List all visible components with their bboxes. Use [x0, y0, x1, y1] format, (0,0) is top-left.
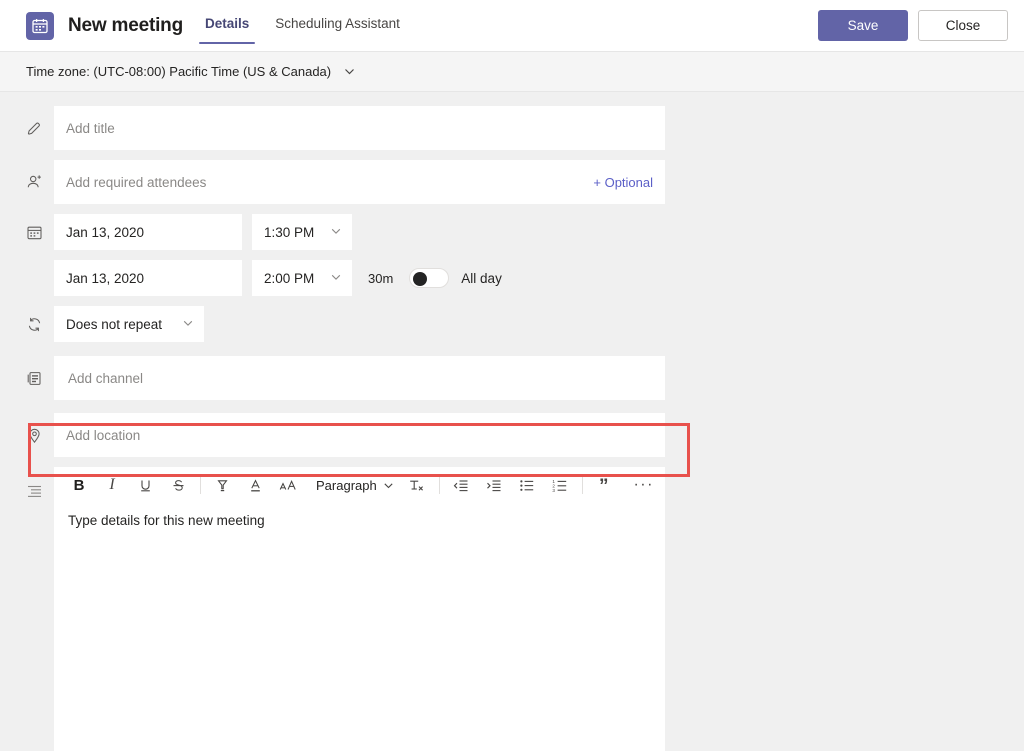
strikethrough-icon[interactable] — [165, 472, 191, 498]
duration-label: 30m — [368, 271, 393, 286]
close-button[interactable]: Close — [918, 10, 1008, 41]
font-color-icon[interactable] — [242, 472, 268, 498]
svg-text:3: 3 — [552, 488, 555, 493]
location-input[interactable]: Add location — [54, 413, 665, 457]
more-glyph: ··· — [633, 480, 653, 490]
more-options-icon[interactable]: ··· — [631, 472, 657, 498]
chevron-down-icon — [330, 225, 342, 240]
numbered-list-icon[interactable]: 1 2 3 — [547, 472, 573, 498]
tab-scheduling-assistant-label: Scheduling Assistant — [275, 16, 400, 31]
attendees-row: Add required attendees + Optional — [0, 160, 1024, 204]
quote-icon[interactable]: ” — [591, 472, 617, 498]
clear-formatting-icon[interactable] — [404, 472, 430, 498]
recurrence-value: Does not repeat — [66, 317, 162, 332]
location-pin-icon — [26, 427, 54, 444]
start-time-value: 1:30 PM — [264, 225, 314, 240]
tab-strip: Details Scheduling Assistant — [199, 0, 420, 52]
recurrence-row: Does not repeat — [0, 306, 1024, 342]
header-actions: Save Close — [818, 10, 1008, 41]
paragraph-style-label: Paragraph — [316, 478, 377, 493]
details-lines-icon — [26, 467, 54, 505]
attendees-input[interactable]: Add required attendees + Optional — [54, 160, 665, 204]
calendar-app-icon — [26, 12, 54, 40]
details-editor: B I — [54, 467, 665, 751]
end-time-value: 2:00 PM — [264, 271, 314, 286]
page-title: New meeting — [68, 15, 183, 37]
tab-details[interactable]: Details — [199, 0, 255, 52]
meeting-form: Add title Add required attendees + Optio… — [0, 92, 1024, 751]
bulleted-list-icon[interactable] — [514, 472, 540, 498]
location-row: Add location — [0, 413, 1024, 457]
save-button[interactable]: Save — [818, 10, 908, 41]
attendees-placeholder: Add required attendees — [66, 175, 206, 190]
pencil-icon — [26, 120, 54, 137]
all-day-label: All day — [461, 271, 502, 286]
channel-icon — [26, 370, 54, 387]
repeat-icon — [26, 316, 54, 333]
start-time-select[interactable]: 1:30 PM — [252, 214, 352, 250]
channel-row: Add channel — [0, 352, 1024, 400]
highlight-icon[interactable] — [209, 472, 235, 498]
calendar-icon — [26, 224, 54, 241]
chevron-down-icon — [330, 271, 342, 286]
chevron-down-icon — [343, 65, 356, 78]
window-header: New meeting Details Scheduling Assistant… — [0, 0, 1024, 52]
channel-input[interactable]: Add channel — [54, 356, 665, 400]
details-body-input[interactable]: Type details for this new meeting — [54, 503, 665, 751]
start-date-input[interactable]: Jan 13, 2020 — [54, 214, 242, 250]
timezone-selector[interactable]: Time zone: (UTC-08:00) Pacific Time (US … — [0, 52, 1024, 92]
all-day-toggle[interactable] — [409, 268, 449, 288]
add-person-icon — [26, 173, 54, 191]
end-date-input[interactable]: Jan 13, 2020 — [54, 260, 242, 296]
font-size-icon[interactable] — [275, 472, 301, 498]
title-input[interactable]: Add title — [54, 106, 665, 150]
recurrence-select[interactable]: Does not repeat — [54, 306, 204, 342]
decrease-indent-icon[interactable] — [448, 472, 474, 498]
all-day-toggle-knob — [413, 272, 427, 286]
title-row: Add title — [0, 106, 1024, 150]
chevron-down-icon — [182, 317, 194, 332]
add-optional-attendees-link[interactable]: + Optional — [593, 175, 653, 190]
underline-icon[interactable] — [132, 472, 158, 498]
tab-scheduling-assistant[interactable]: Scheduling Assistant — [269, 0, 406, 52]
increase-indent-icon[interactable] — [481, 472, 507, 498]
tab-details-label: Details — [205, 16, 249, 31]
formatting-toolbar: B I — [54, 467, 665, 503]
start-datetime-row: Jan 13, 2020 1:30 PM — [0, 214, 1024, 250]
toolbar-separator — [439, 476, 440, 494]
bold-icon[interactable]: B — [66, 472, 92, 498]
end-datetime-row: Jan 13, 2020 2:00 PM 30m All day — [0, 260, 1024, 296]
end-time-select[interactable]: 2:00 PM — [252, 260, 352, 296]
paragraph-style-dropdown[interactable]: Paragraph — [316, 478, 394, 493]
timezone-label: Time zone: (UTC-08:00) Pacific Time (US … — [26, 64, 331, 79]
details-row: B I — [0, 467, 1024, 751]
italic-icon[interactable]: I — [99, 472, 125, 498]
toolbar-separator — [200, 476, 201, 494]
toolbar-separator — [582, 476, 583, 494]
